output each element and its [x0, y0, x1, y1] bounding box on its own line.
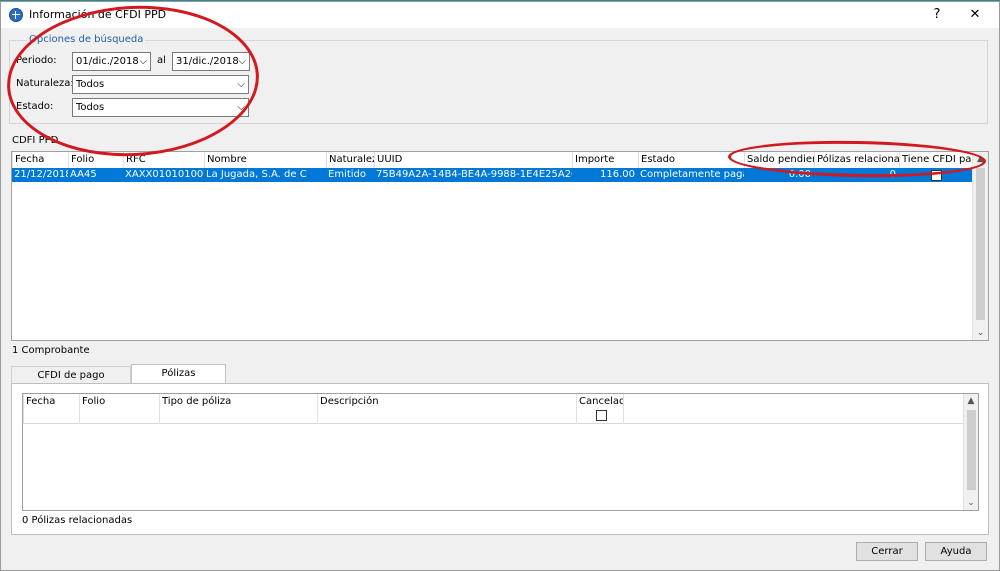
tab-cfdi-pago[interactable]: CFDI de pago relacionados — [11, 366, 131, 398]
col-cancelada[interactable]: Cancelada — [576, 394, 624, 424]
polizas-grid-scrollbar[interactable]: ▲ ⌄ — [963, 394, 978, 510]
help-button[interactable]: ? — [923, 6, 951, 24]
polizas-count: 0 Pólizas relacionadas — [22, 515, 133, 526]
cell-nombre: La Jugada, S.A. de C — [206, 169, 307, 180]
cell-importe: 116.00 — [600, 169, 635, 180]
scroll-thumb[interactable] — [967, 410, 976, 490]
cfdi-grid: Fecha Folio RFC Nombre Naturaleza UUID I… — [11, 151, 989, 341]
cerrar-button[interactable]: Cerrar — [856, 542, 918, 561]
close-button[interactable]: ✕ — [961, 6, 989, 24]
col-fecha[interactable]: Fecha — [23, 394, 79, 424]
col-naturaleza[interactable]: Naturaleza — [326, 152, 374, 168]
cfdi-count: 1 Comprobante — [12, 345, 90, 356]
polizas-grid: Fecha Folio Tipo de póliza Descripción C… — [22, 393, 979, 511]
app-globe-icon — [9, 8, 23, 22]
col-fecha[interactable]: Fecha — [12, 152, 68, 168]
cfdi-grid-scrollbar[interactable]: ▲ ⌄ — [972, 152, 988, 340]
col-descripcion[interactable]: Descripción — [317, 394, 576, 424]
cell-fecha: 21/12/2018 — [14, 169, 68, 180]
cell-folio: AA45 — [70, 169, 97, 180]
col-importe[interactable]: Importe — [572, 152, 638, 168]
col-nombre[interactable]: Nombre — [204, 152, 326, 168]
cell-estado: Completamente pagado — [640, 169, 744, 180]
polizas-grid-header: Fecha Folio Tipo de póliza Descripción C… — [23, 394, 963, 424]
dialog-window: Información de CFDI PPD ? ✕ Opciones de … — [0, 0, 1000, 571]
scroll-up-icon[interactable]: ▲ — [964, 396, 978, 406]
scroll-thumb[interactable] — [976, 168, 985, 320]
scroll-down-icon[interactable]: ⌄ — [973, 328, 988, 338]
cell-naturaleza: Emitido — [328, 169, 367, 180]
col-cancelada-label: Cancelada — [579, 396, 623, 407]
cell-uuid: 75B49A2A-14B4-BE4A-9988-1E4E25A2C64A — [376, 169, 572, 180]
ayuda-button[interactable]: Ayuda — [925, 542, 987, 561]
col-folio[interactable]: Folio — [79, 394, 159, 424]
cell-rfc: XAXX010101000 — [125, 169, 204, 180]
cancelada-filter-checkbox[interactable] — [596, 410, 607, 421]
scroll-down-icon[interactable]: ⌄ — [964, 498, 978, 508]
col-tipo-poliza[interactable]: Tipo de póliza — [159, 394, 317, 424]
tab-polizas-relacionadas[interactable]: Pólizas relacionadas — [131, 364, 226, 396]
col-uuid[interactable]: UUID — [374, 152, 572, 168]
